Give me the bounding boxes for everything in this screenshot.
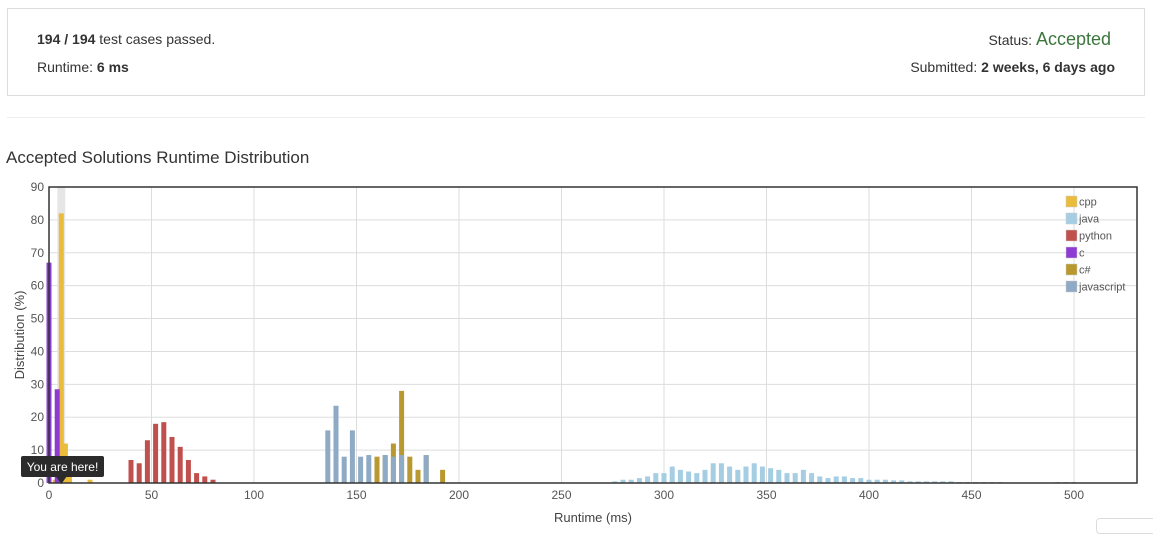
bar-python xyxy=(202,476,208,483)
legend-swatch xyxy=(1065,195,1078,208)
bar-python xyxy=(161,422,167,483)
bar-java xyxy=(800,469,806,483)
legend-label: c xyxy=(1079,248,1085,260)
bar-java xyxy=(702,469,708,483)
bar-python xyxy=(177,446,183,483)
x-tick-label: 50 xyxy=(145,488,159,502)
legend-label: cpp xyxy=(1079,197,1097,209)
bar-python xyxy=(144,440,150,483)
legend-swatch xyxy=(1065,263,1078,276)
y-tick-label: 40 xyxy=(31,344,45,358)
y-tick-label: 50 xyxy=(31,312,45,326)
bar-java xyxy=(784,473,790,483)
bar-java xyxy=(645,476,651,483)
x-tick-label: 250 xyxy=(551,488,571,502)
bar-java xyxy=(653,473,659,483)
y-tick-label: 20 xyxy=(31,410,45,424)
bar-csharp xyxy=(440,469,446,483)
bar-javascript xyxy=(382,455,388,483)
x-tick-label: 0 xyxy=(46,488,53,502)
bar-java xyxy=(686,471,692,483)
bar-csharp xyxy=(407,456,413,483)
bar-python xyxy=(169,436,175,483)
legend-label: c# xyxy=(1079,265,1092,277)
bar-java xyxy=(718,463,724,483)
x-tick-label: 100 xyxy=(244,488,264,502)
bar-csharp xyxy=(415,469,421,483)
bar-javascript xyxy=(341,456,347,483)
legend-swatch xyxy=(1065,280,1078,293)
bar-javascript xyxy=(358,456,364,483)
x-tick-label: 150 xyxy=(346,488,366,502)
x-tick-label: 400 xyxy=(859,488,879,502)
bar-java xyxy=(694,473,700,483)
bar-python xyxy=(185,459,191,483)
bar-java xyxy=(776,469,782,483)
bar-java xyxy=(792,473,798,483)
bar-java xyxy=(841,476,847,483)
y-tick-label: 0 xyxy=(37,476,44,490)
y-tick-label: 80 xyxy=(31,213,45,227)
legend-label: java xyxy=(1078,214,1100,226)
y-tick-label: 70 xyxy=(31,246,45,260)
bar-python xyxy=(128,459,134,483)
bar-javascript xyxy=(333,405,339,483)
y-tick-label: 60 xyxy=(31,279,45,293)
legend-label: javascript xyxy=(1078,282,1125,294)
bar-java xyxy=(735,469,741,483)
x-axis-label: Runtime (ms) xyxy=(554,510,632,525)
bar-java xyxy=(833,476,839,483)
bar-java xyxy=(677,469,683,483)
y-axis-label: Distribution (%) xyxy=(12,291,27,380)
bar-javascript xyxy=(390,456,396,483)
bar-javascript xyxy=(349,430,355,483)
bar-java xyxy=(661,473,667,483)
corner-control xyxy=(1096,518,1153,534)
legend-label: python xyxy=(1079,231,1112,243)
annotation-label: You are here! xyxy=(27,460,99,474)
legend-swatch xyxy=(1065,246,1078,259)
plot-area xyxy=(49,187,1137,483)
bar-java xyxy=(759,466,765,483)
bar-javascript xyxy=(325,430,331,483)
bar-javascript xyxy=(423,455,429,483)
legend-swatch xyxy=(1065,212,1078,225)
x-tick-label: 500 xyxy=(1064,488,1084,502)
bar-java xyxy=(743,466,749,483)
x-tick-label: 350 xyxy=(756,488,776,502)
bar-java xyxy=(768,468,774,483)
bar-java xyxy=(669,466,675,483)
bar-python xyxy=(194,473,200,483)
bar-python xyxy=(153,423,159,483)
bar-javascript xyxy=(399,455,405,483)
bar-java xyxy=(751,463,757,483)
y-tick-label: 30 xyxy=(31,377,45,391)
bar-java xyxy=(710,463,716,483)
bar-java xyxy=(727,466,733,483)
x-tick-label: 300 xyxy=(654,488,674,502)
runtime-distribution-chart: 0 10 20 30 40 50 60 70 80 90 0 50 100 150 200 250 300 350… xyxy=(12,180,1138,525)
bar-java xyxy=(809,473,815,483)
bar-java xyxy=(817,476,823,483)
legend-swatch xyxy=(1065,229,1078,242)
bar-javascript xyxy=(366,455,372,483)
bar-python xyxy=(136,463,142,483)
x-tick-label: 200 xyxy=(449,488,469,502)
y-tick-label: 90 xyxy=(31,180,45,194)
y-tick-label: 10 xyxy=(31,443,45,457)
x-tick-label: 450 xyxy=(961,488,981,502)
bar-csharp xyxy=(374,456,380,483)
